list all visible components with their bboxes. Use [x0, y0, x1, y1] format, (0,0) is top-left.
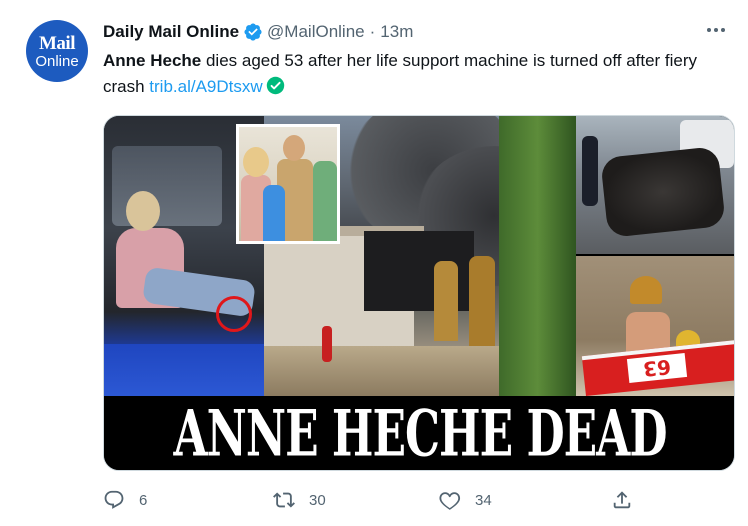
- fire-extinguisher: [322, 326, 332, 362]
- headline-banner: ANNE HECHE DEAD: [104, 396, 734, 471]
- retweet-icon: [273, 489, 295, 511]
- author-display-name[interactable]: Daily Mail Online: [103, 22, 239, 42]
- woman-head: [126, 191, 160, 231]
- tweet-card[interactable]: Mail Online Daily Mail Online @MailOnlin…: [0, 0, 748, 526]
- tweet-bold-name: Anne Heche: [103, 51, 202, 70]
- retweet-button[interactable]: 30: [273, 486, 326, 514]
- more-dot: [707, 28, 711, 32]
- author-handle[interactable]: @MailOnline: [267, 22, 365, 42]
- check-circle-icon: [266, 76, 285, 95]
- family-member: [263, 185, 285, 241]
- headline-text: ANNE HECHE DEAD: [173, 397, 668, 471]
- avatar-text-online: Online: [35, 52, 79, 70]
- avatar[interactable]: Mail Online: [26, 20, 88, 82]
- ivy-wall: [499, 116, 576, 396]
- family-member-head: [243, 147, 269, 177]
- photo-burned-car: [576, 116, 734, 254]
- avatar-text-mail: Mail: [39, 32, 76, 54]
- more-dot: [721, 28, 725, 32]
- tweet-timestamp[interactable]: 13m: [380, 22, 413, 42]
- family-member: [313, 161, 337, 241]
- tweet-media-image[interactable]: 63 ANNE HECHE DEAD: [103, 115, 735, 471]
- tweet-link[interactable]: trib.al/A9Dtsxw: [149, 77, 262, 96]
- reply-count: 6: [139, 491, 148, 509]
- burned-car-wreck: [600, 146, 726, 238]
- firefighter: [434, 261, 458, 341]
- reply-icon: [103, 489, 125, 511]
- tweet-header: Daily Mail Online @MailOnline · 13m: [103, 22, 413, 42]
- police-officer: [582, 136, 598, 206]
- action-bar: 6 30 34: [103, 486, 733, 514]
- more-dot: [714, 28, 718, 32]
- photo-family-inset: [236, 124, 340, 244]
- blue-car-door: [104, 344, 264, 396]
- family-member-head: [283, 135, 305, 161]
- reply-button[interactable]: 6: [103, 486, 147, 514]
- like-button[interactable]: 34: [439, 486, 492, 514]
- photo-collage: 63: [104, 116, 734, 396]
- retweet-count: 30: [309, 491, 326, 509]
- verified-badge-icon: [243, 22, 263, 42]
- tweet-text: Anne Heche dies aged 53 after her life s…: [103, 48, 733, 100]
- firefighter-helmet: [630, 276, 662, 304]
- red-highlight-circle: [216, 296, 252, 332]
- like-count: 34: [475, 491, 492, 509]
- header-separator: ·: [369, 22, 376, 41]
- heart-icon: [439, 489, 461, 511]
- share-icon: [611, 489, 633, 511]
- firefighter: [469, 256, 495, 346]
- share-button[interactable]: [611, 486, 633, 514]
- more-options-icon[interactable]: [700, 18, 732, 42]
- photo-rescue: 63: [576, 256, 734, 396]
